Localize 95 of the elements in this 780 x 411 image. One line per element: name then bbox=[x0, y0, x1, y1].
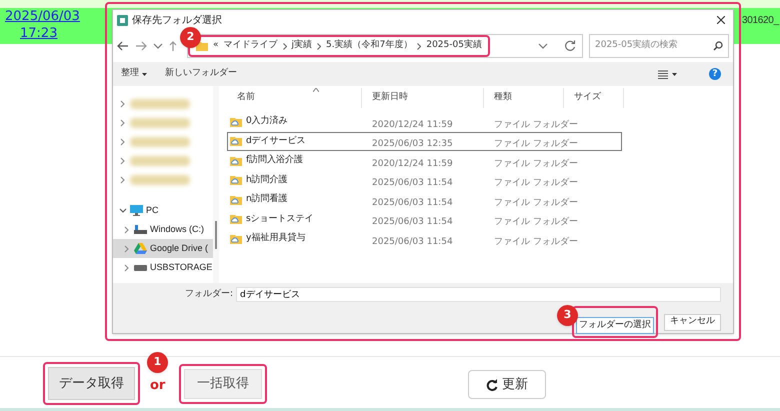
cloud-folder-icon bbox=[230, 156, 242, 166]
file-name: sショートステイ bbox=[246, 212, 314, 226]
select-folder-button[interactable]: フォルダーの選択 bbox=[576, 317, 654, 334]
column-header[interactable]: 名前 bbox=[227, 88, 362, 108]
help-button[interactable]: ? bbox=[709, 68, 721, 80]
cloud-folder-icon bbox=[230, 214, 242, 224]
caret-icon bbox=[672, 72, 677, 76]
chevron-right-icon bbox=[119, 156, 127, 164]
organize-button[interactable]: 整理 bbox=[121, 67, 147, 81]
type-text: ファイル フォルダー bbox=[494, 120, 578, 130]
file-row[interactable]: f訪問入浴介護 2020/12/24 11:59 ファイル フォルダー bbox=[227, 151, 622, 170]
date-text: 2020/12/24 11:59 bbox=[372, 120, 453, 130]
cell-text: 301620_ bbox=[742, 14, 779, 28]
type-text: ファイル フォルダー bbox=[494, 139, 578, 150]
breadcrumb[interactable]: 2025-05実績 bbox=[426, 39, 482, 53]
file-name: y福祉用具貸与 bbox=[246, 232, 306, 245]
chevron-right-icon bbox=[119, 176, 127, 184]
nav-item[interactable]: USBSTORAGE bbox=[113, 258, 213, 277]
date-text: 2025/06/03 11:54 bbox=[372, 236, 453, 247]
search-input[interactable]: 2025-05実績の検索 bbox=[595, 39, 713, 53]
bulk-fetch-button[interactable]: 一括取得 bbox=[184, 369, 262, 399]
search-field[interactable]: 2025-05実績の検索 bbox=[589, 34, 729, 58]
type-text: ファイル フォルダー bbox=[494, 236, 578, 247]
view-button[interactable] bbox=[658, 70, 677, 78]
breadcrumb[interactable]: 5.実績（令和7年度） bbox=[326, 39, 412, 53]
list-view-icon bbox=[658, 70, 668, 78]
chevron-right-icon bbox=[317, 42, 322, 50]
chevron-right-icon bbox=[119, 138, 127, 146]
close-icon bbox=[717, 16, 725, 24]
column-header[interactable]: サイズ bbox=[564, 88, 624, 108]
window-title: 保存先フォルダ選択 bbox=[132, 14, 223, 28]
column-header[interactable]: 種類 bbox=[484, 88, 564, 108]
cloud-folder-icon bbox=[230, 136, 242, 146]
file-row[interactable]: y福祉用具貸与 2025/06/03 11:54 ファイル フォルダー bbox=[227, 229, 622, 248]
cloud-folder-icon bbox=[230, 234, 242, 244]
date-text: 2025/06/03 12:35 bbox=[372, 139, 453, 150]
fetch-button[interactable]: データ取得 bbox=[48, 367, 135, 400]
nav-item[interactable]: PC bbox=[113, 201, 213, 220]
refresh-icon bbox=[564, 40, 576, 52]
file-row[interactable]: 0入力済み 2020/12/24 11:59 ファイル フォルダー bbox=[227, 112, 622, 132]
refresh-icon bbox=[486, 378, 498, 390]
new-folder-button[interactable]: 新しいフォルダー bbox=[165, 67, 640, 81]
date-text: 2020/12/24 11:59 bbox=[372, 158, 453, 169]
overflow-chevron[interactable]: « bbox=[213, 39, 219, 53]
folder-icon bbox=[196, 41, 208, 51]
type-text: ファイル フォルダー bbox=[494, 158, 578, 169]
date-text: 2025/06/03 11:54 bbox=[372, 178, 453, 188]
sort-caret-icon bbox=[313, 88, 319, 92]
date-text: 2025/06/03 11:54 bbox=[372, 217, 453, 228]
scrollbar-thumb[interactable] bbox=[215, 221, 217, 249]
caret-icon bbox=[142, 72, 147, 76]
file-row[interactable]: sショートステイ 2025/06/03 11:54 ファイル フォルダー bbox=[227, 210, 622, 229]
drive-triangle-icon bbox=[134, 243, 147, 254]
chevron-right-icon bbox=[282, 42, 287, 50]
monitor-icon bbox=[130, 205, 143, 216]
field-label: フォルダー: bbox=[185, 288, 234, 301]
up-arrow-icon bbox=[169, 41, 177, 51]
drive-icon bbox=[134, 225, 147, 234]
file-name: 0入力済み bbox=[246, 115, 288, 128]
breadcrumb[interactable]: マイドライブ bbox=[224, 39, 278, 53]
breadcrumb[interactable]: j実績 bbox=[292, 39, 312, 53]
refresh-button[interactable]: 更新 bbox=[468, 370, 546, 399]
nav-item[interactable]: Google Drive ( bbox=[113, 239, 213, 258]
or-text: or bbox=[150, 377, 166, 395]
cancel-button[interactable]: キャンセル bbox=[664, 314, 721, 331]
cloud-folder-icon bbox=[230, 116, 242, 127]
column-header[interactable]: 更新日時 bbox=[362, 88, 484, 108]
forward-arrow-icon bbox=[135, 41, 147, 51]
file-row[interactable]: dデイサービス 2025/06/03 12:35 ファイル フォルダー bbox=[227, 132, 622, 151]
file-name: f訪問入浴介護 bbox=[246, 154, 304, 167]
file-row[interactable]: n訪問看護 2025/06/03 11:54 ファイル フォルダー bbox=[227, 190, 622, 210]
folder-input[interactable]: dデイサービス bbox=[236, 287, 721, 302]
type-text: ファイル フォルダー bbox=[494, 217, 578, 228]
back-arrow-icon bbox=[117, 41, 129, 51]
cloud-folder-icon bbox=[230, 175, 242, 186]
date-text: 2025/06/03 11:54 bbox=[372, 198, 453, 208]
cloud-folder-icon bbox=[230, 194, 242, 205]
nav-item[interactable]: Windows (C:) bbox=[113, 220, 213, 239]
search-icon bbox=[713, 41, 723, 51]
chevron-right-icon bbox=[417, 42, 422, 50]
drive-icon bbox=[134, 264, 147, 271]
file-name: n訪問看護 bbox=[246, 193, 288, 206]
file-name: h訪問介護 bbox=[246, 174, 288, 186]
type-text: ファイル フォルダー bbox=[494, 198, 578, 208]
chevron-down-icon bbox=[538, 43, 548, 49]
file-name: dデイサービス bbox=[246, 134, 306, 148]
number-badge: 1 bbox=[147, 352, 168, 373]
time-link[interactable]: 17:23 bbox=[20, 25, 58, 42]
chevron-down-icon bbox=[153, 43, 163, 49]
date-link[interactable]: 2025/06/03 bbox=[5, 8, 80, 25]
file-row[interactable]: h訪問介護 2025/06/03 11:54 ファイル フォルダー bbox=[227, 170, 622, 190]
chevron-right-icon bbox=[119, 100, 127, 108]
type-text: ファイル フォルダー bbox=[494, 178, 578, 188]
chevron-right-icon bbox=[119, 118, 127, 126]
app-icon bbox=[117, 14, 128, 26]
